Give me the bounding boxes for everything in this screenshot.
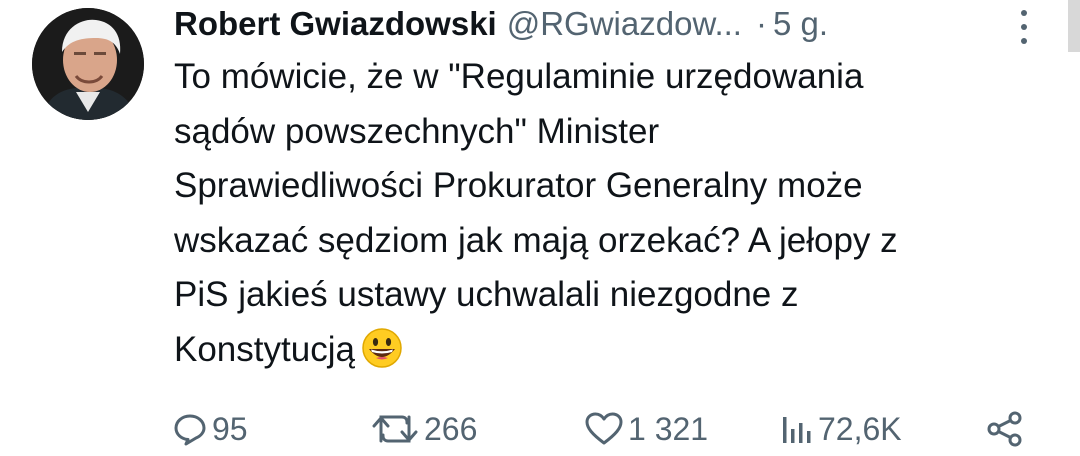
tweet-text-segment: Konstytucją	[174, 329, 355, 369]
like-button[interactable]: 1 321	[584, 404, 708, 454]
tweet-text: To mówicie, że w "Regulaminie urzędowani…	[174, 50, 1054, 377]
tweet-actions: 95 266 1 321 72,6K	[172, 404, 1032, 454]
share-icon	[987, 411, 1022, 447]
reply-icon	[174, 414, 206, 446]
separator-dot: ·	[755, 5, 767, 42]
tweet-text-line: PiS jakieś ustawy uchwalali niezgodne z	[174, 275, 799, 314]
share-button[interactable]	[986, 404, 1024, 454]
tweet-text-line: To mówicie, że w "Regulaminie urzędowani…	[174, 57, 864, 96]
views-count: 72,6K	[818, 410, 902, 447]
tweet-text-line: wskazać sędziom jak mają orzekać? A jeło…	[174, 220, 898, 260]
repost-icon	[372, 415, 418, 443]
like-count: 1 321	[628, 410, 709, 447]
profile-photo	[32, 8, 144, 120]
tweet-text-line: sądów powszechnych" Minister	[174, 111, 660, 151]
repost-count: 266	[424, 410, 478, 447]
avatar[interactable]	[32, 8, 144, 120]
reply-button[interactable]: 95	[172, 404, 248, 454]
views-icon	[783, 417, 811, 443]
grinning-face-emoji-icon	[362, 327, 402, 368]
author-name[interactable]: Robert Gwiazdowski	[174, 5, 497, 43]
tweet-header: Robert Gwiazdowski @RGwiazdow... · 5 g.	[174, 2, 828, 46]
author-handle[interactable]: @RGwiazdow...	[507, 5, 742, 43]
tweet-text-line: Sprawiedliwości Prokurator Generalny moż…	[174, 166, 863, 205]
tweet-timestamp[interactable]: 5 g.	[773, 5, 828, 43]
like-icon	[585, 412, 623, 445]
scrollbar	[1068, 0, 1080, 52]
more-vertical-icon[interactable]	[1010, 10, 1038, 44]
repost-button[interactable]: 266	[370, 404, 477, 454]
tweet-text-last-line: Konstytucją	[174, 323, 1054, 378]
views-button[interactable]: 72,6K	[780, 404, 902, 454]
reply-count: 95	[212, 410, 248, 447]
